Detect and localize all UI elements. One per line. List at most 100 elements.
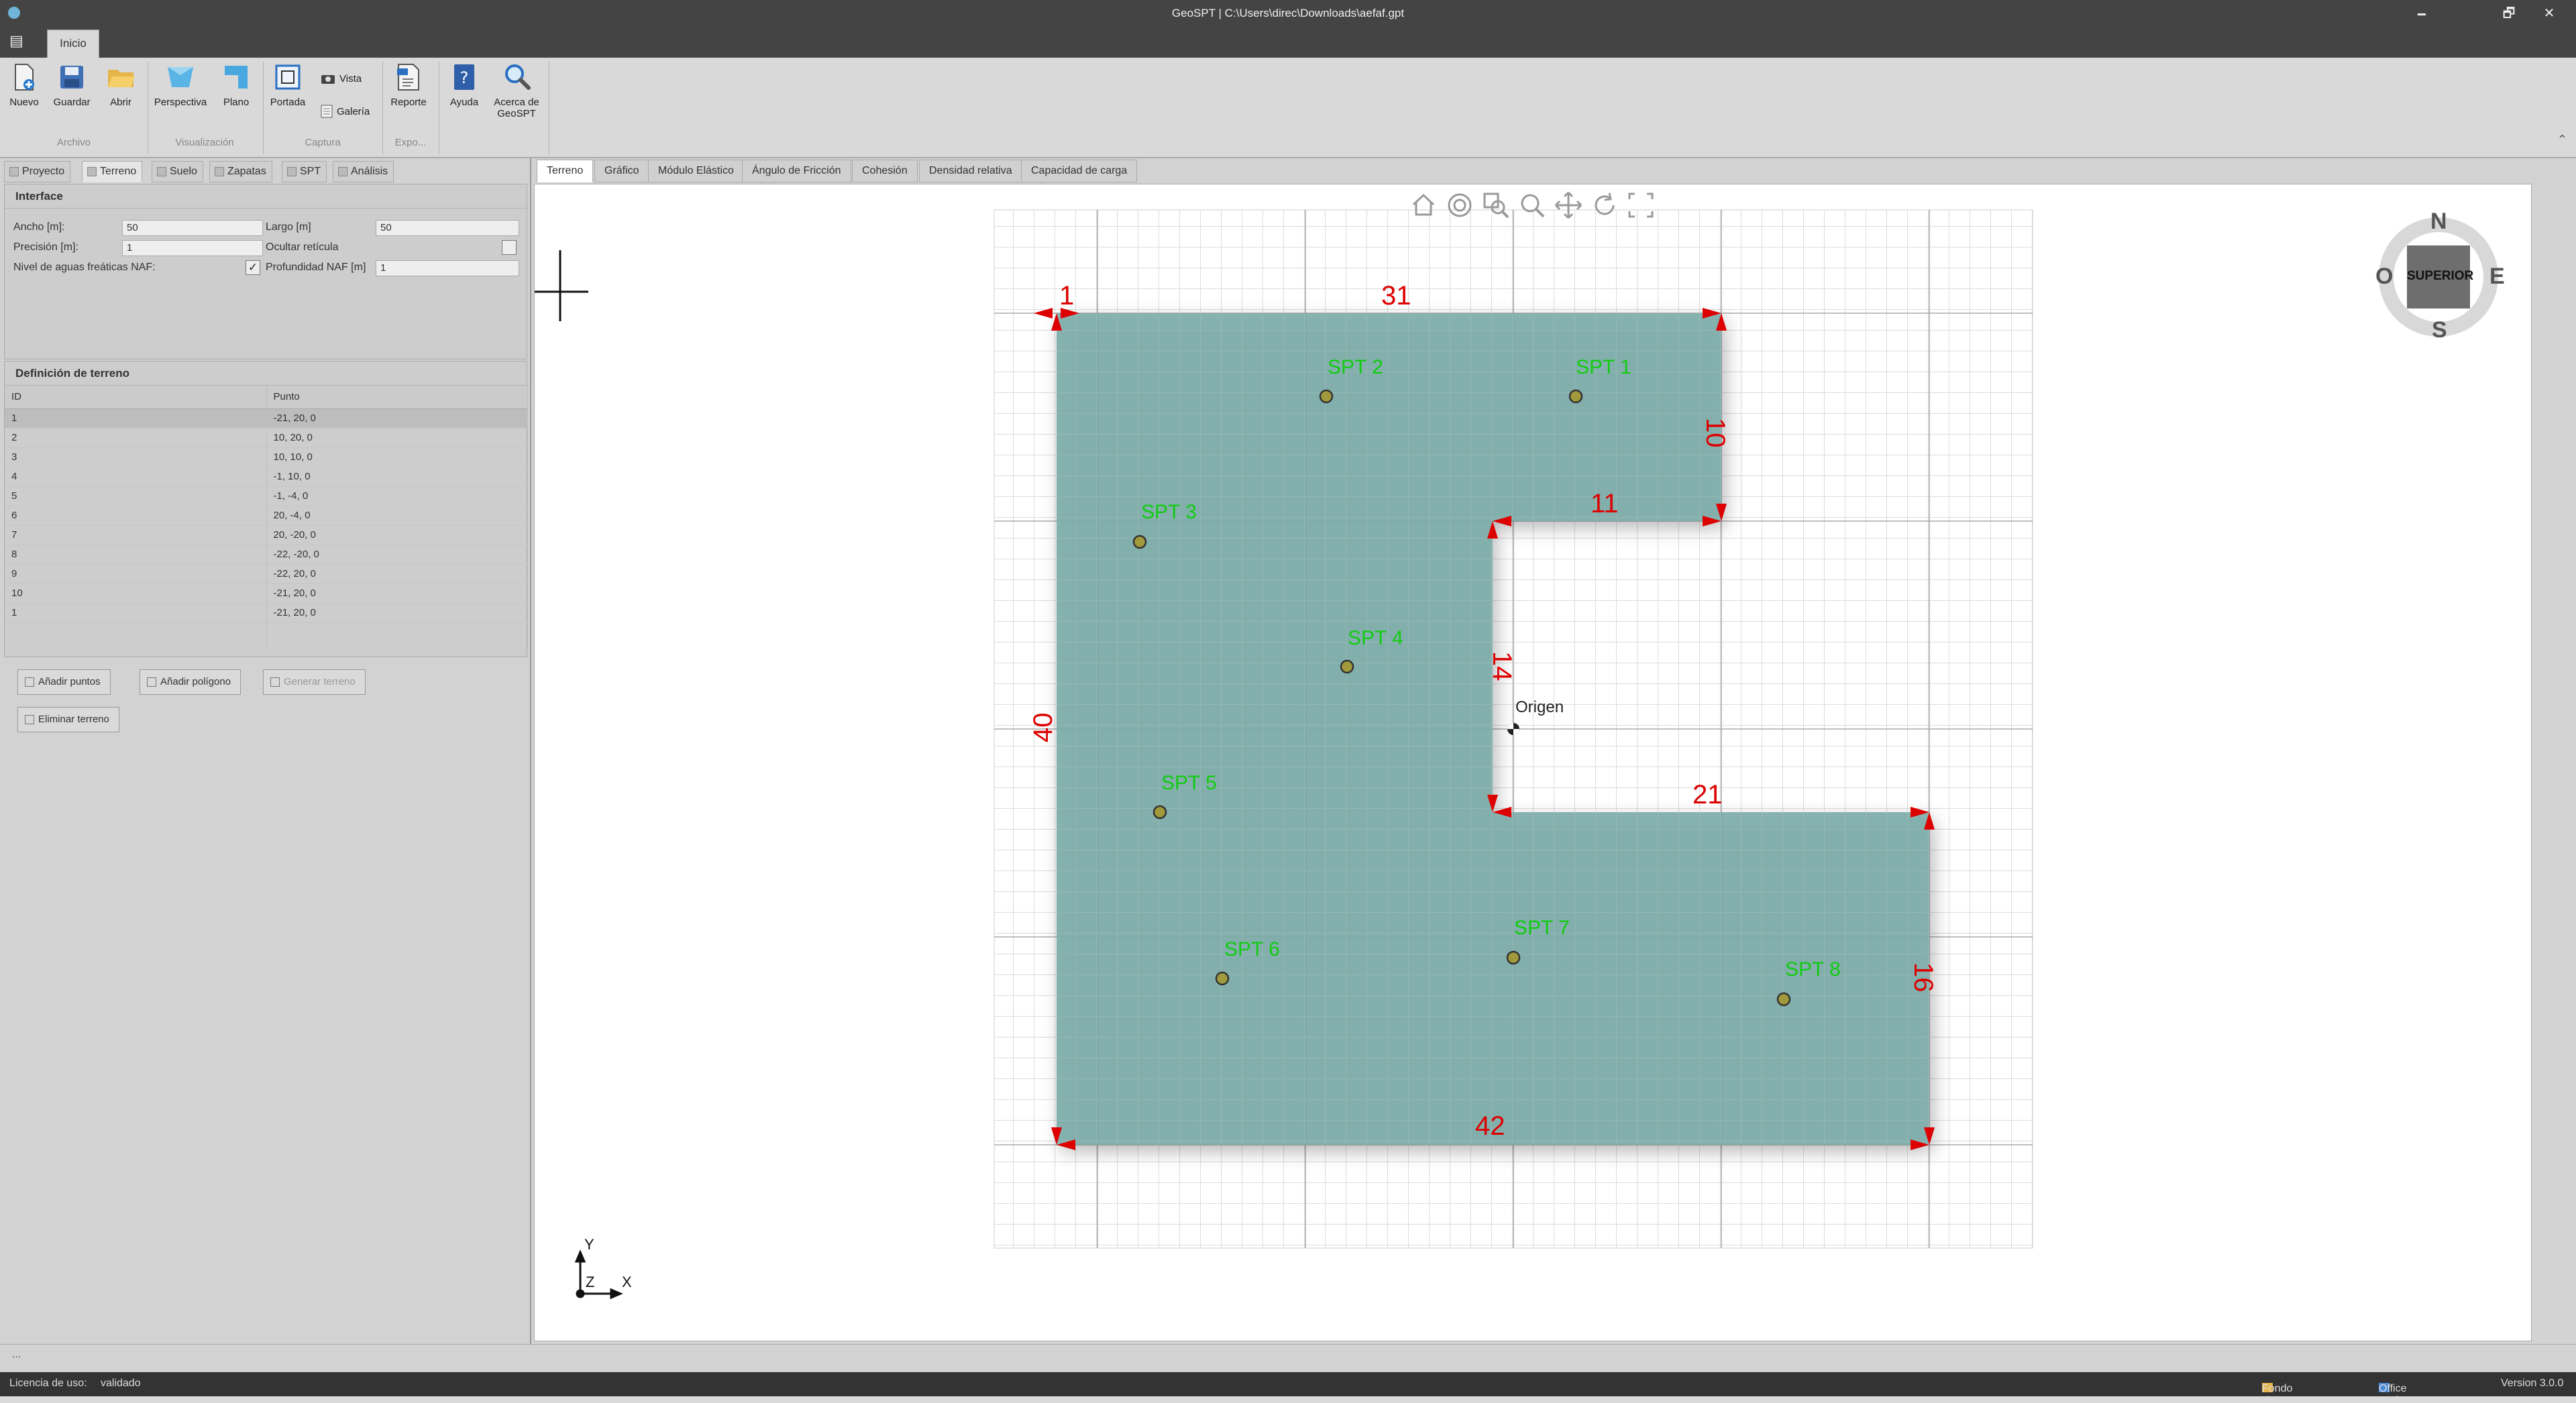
row-point-cell[interactable]: 20, -20, 0 bbox=[266, 525, 528, 545]
restore-button[interactable]: 🗗 bbox=[2489, 0, 2529, 27]
license-value: validado bbox=[101, 1378, 141, 1389]
panel-tab-analisis[interactable]: Análisis bbox=[333, 161, 394, 182]
view-tab-cohesion[interactable]: Cohesión bbox=[852, 160, 918, 182]
viewcube-east[interactable]: E bbox=[2489, 264, 2505, 290]
viewcube-north[interactable]: N bbox=[2430, 209, 2447, 235]
table-row[interactable]: 4 -1, 10, 0 bbox=[5, 467, 528, 487]
profundidad-naf-input[interactable]: 1 bbox=[376, 260, 519, 276]
bottom-edge bbox=[0, 1396, 2576, 1403]
panel-tab-suelo[interactable]: Suelo bbox=[152, 161, 203, 182]
view-tab-terreno[interactable]: Terreno bbox=[537, 160, 594, 182]
generate-terrain-button[interactable]: Generar terreno bbox=[263, 669, 366, 695]
zoom-window-icon[interactable] bbox=[1481, 190, 1511, 221]
view-tab-grafico[interactable]: Gráfico bbox=[594, 160, 649, 182]
row-point-cell[interactable]: -21, 20, 0 bbox=[266, 583, 528, 604]
row-point-cell[interactable]: -22, -20, 0 bbox=[266, 545, 528, 565]
profundidad-naf-label: Profundidad NAF [m] bbox=[266, 262, 366, 273]
tab-inicio[interactable]: Inicio bbox=[47, 30, 99, 58]
panel-tab-terreno[interactable]: Terreno bbox=[82, 161, 143, 182]
column-header-id[interactable]: ID bbox=[5, 386, 267, 409]
perspectiva-button[interactable]: Perspectiva bbox=[150, 62, 211, 108]
view-tab-angulo-friccion[interactable]: Ángulo de Fricción bbox=[742, 160, 851, 182]
points-table: ID Punto 1 -21, 20, 0 2 10, 20, 0 3 10, 10, 0… bbox=[5, 386, 528, 649]
column-header-punto[interactable]: Punto bbox=[266, 386, 528, 409]
project-icon bbox=[9, 167, 19, 176]
row-point-cell[interactable]: -1, -4, 0 bbox=[266, 486, 528, 506]
abrir-button[interactable]: Abrir bbox=[101, 62, 141, 108]
orbit-icon[interactable] bbox=[1444, 190, 1475, 221]
nuevo-button[interactable]: Nuevo bbox=[5, 62, 43, 108]
ancho-label: Ancho [m]: bbox=[13, 221, 65, 233]
table-row[interactable]: 1 -21, 20, 0 bbox=[5, 603, 528, 623]
close-button[interactable]: ✕ bbox=[2529, 0, 2569, 27]
row-id-cell[interactable]: 1 bbox=[5, 603, 267, 623]
viewcube-face-label[interactable]: SUPERIOR bbox=[2407, 269, 2473, 284]
view-tab-densidad-relativa[interactable]: Densidad relativa bbox=[919, 160, 1022, 182]
panel-tab-spt[interactable]: SPT bbox=[282, 161, 327, 182]
table-row[interactable]: 7 20, -20, 0 bbox=[5, 525, 528, 545]
table-row[interactable]: 1 -21, 20, 0 bbox=[5, 408, 528, 429]
row-point-cell[interactable]: -1, 10, 0 bbox=[266, 467, 528, 487]
row-id-cell[interactable]: 9 bbox=[5, 564, 267, 584]
row-id-cell[interactable]: 10 bbox=[5, 583, 267, 604]
fullscreen-icon[interactable] bbox=[1625, 190, 1656, 221]
table-row[interactable]: 8 -22, -20, 0 bbox=[5, 545, 528, 565]
row-id-cell[interactable]: 1 bbox=[5, 408, 267, 429]
plano-button[interactable]: Plano bbox=[216, 62, 256, 108]
rotate-icon[interactable] bbox=[1589, 190, 1620, 221]
add-polygon-button[interactable]: Añadir polígono bbox=[140, 669, 241, 695]
row-point-cell[interactable]: -21, 20, 0 bbox=[266, 408, 528, 429]
add-points-button[interactable]: Añadir puntos bbox=[17, 669, 111, 695]
viewcube-south[interactable]: S bbox=[2432, 317, 2447, 343]
ancho-input[interactable]: 50 bbox=[122, 220, 263, 236]
zoom-icon[interactable] bbox=[1517, 190, 1548, 221]
app-menu-button[interactable]: ▤ bbox=[9, 32, 23, 50]
row-point-cell[interactable]: 10, 20, 0 bbox=[266, 428, 528, 448]
largo-label: Largo [m] bbox=[266, 221, 311, 233]
minimize-button[interactable]: 🗕 bbox=[2402, 0, 2442, 27]
table-row[interactable]: 2 10, 20, 0 bbox=[5, 428, 528, 448]
home-view-icon[interactable] bbox=[1408, 190, 1439, 221]
output-dots: ... bbox=[12, 1349, 21, 1360]
table-row[interactable]: 6 20, -4, 0 bbox=[5, 506, 528, 526]
row-id-cell[interactable]: 4 bbox=[5, 467, 267, 487]
naf-checkbox[interactable]: ✓ bbox=[246, 260, 260, 275]
table-row[interactable]: 5 -1, -4, 0 bbox=[5, 486, 528, 506]
row-id-cell[interactable]: 6 bbox=[5, 506, 267, 526]
guardar-button[interactable]: Guardar bbox=[48, 62, 95, 108]
portada-button[interactable]: Portada bbox=[266, 62, 310, 108]
table-row[interactable]: 9 -22, 20, 0 bbox=[5, 564, 528, 584]
largo-input[interactable]: 50 bbox=[376, 220, 519, 236]
view-tab-capacidad-carga[interactable]: Capacidad de carga bbox=[1021, 160, 1138, 182]
spt-6-point bbox=[1215, 971, 1230, 986]
ayuda-button[interactable]: ? Ayuda bbox=[443, 62, 486, 108]
spt-3-label: SPT 3 bbox=[1141, 501, 1197, 523]
collapse-ribbon-button[interactable]: ⌃ bbox=[2557, 133, 2567, 147]
panel-tab-proyecto[interactable]: Proyecto bbox=[4, 161, 71, 182]
row-id-cell[interactable]: 2 bbox=[5, 428, 267, 448]
viewcube-west[interactable]: O bbox=[2375, 264, 2393, 290]
row-id-cell[interactable]: 5 bbox=[5, 486, 267, 506]
ocultar-reticula-checkbox[interactable] bbox=[502, 240, 517, 255]
precision-input[interactable]: 1 bbox=[122, 240, 263, 256]
ribbon: Nuevo Guardar Abrir Archivo Perspectiva … bbox=[0, 58, 2576, 158]
row-id-cell[interactable]: 7 bbox=[5, 525, 267, 545]
pan-icon[interactable] bbox=[1553, 190, 1584, 221]
acerca-button[interactable]: Acerca de GeoSPT bbox=[488, 62, 545, 119]
table-row[interactable]: 10 -21, 20, 0 bbox=[5, 583, 528, 604]
3d-viewport[interactable]: 1 31 10 11 14 40 21 16 42 SPT 1 SPT 2 SP… bbox=[534, 184, 2532, 1341]
galeria-button[interactable]: Galería bbox=[321, 105, 370, 118]
row-id-cell[interactable]: 8 bbox=[5, 545, 267, 565]
row-point-cell[interactable]: 10, 10, 0 bbox=[266, 447, 528, 467]
row-id-cell[interactable]: 3 bbox=[5, 447, 267, 467]
panel-tab-zapatas[interactable]: Zapatas bbox=[209, 161, 272, 182]
row-point-cell[interactable]: -22, 20, 0 bbox=[266, 564, 528, 584]
table-row[interactable]: 3 10, 10, 0 bbox=[5, 447, 528, 467]
footing-icon bbox=[215, 167, 224, 176]
vista-button[interactable]: Vista bbox=[321, 72, 362, 85]
row-point-cell[interactable]: 20, -4, 0 bbox=[266, 506, 528, 526]
reporte-button[interactable]: Reporte bbox=[386, 62, 431, 108]
view-tab-modulo-elastico[interactable]: Módulo Elástico bbox=[648, 160, 744, 182]
row-point-cell[interactable]: -21, 20, 0 bbox=[266, 603, 528, 623]
delete-terrain-button[interactable]: Eliminar terreno bbox=[17, 707, 119, 732]
